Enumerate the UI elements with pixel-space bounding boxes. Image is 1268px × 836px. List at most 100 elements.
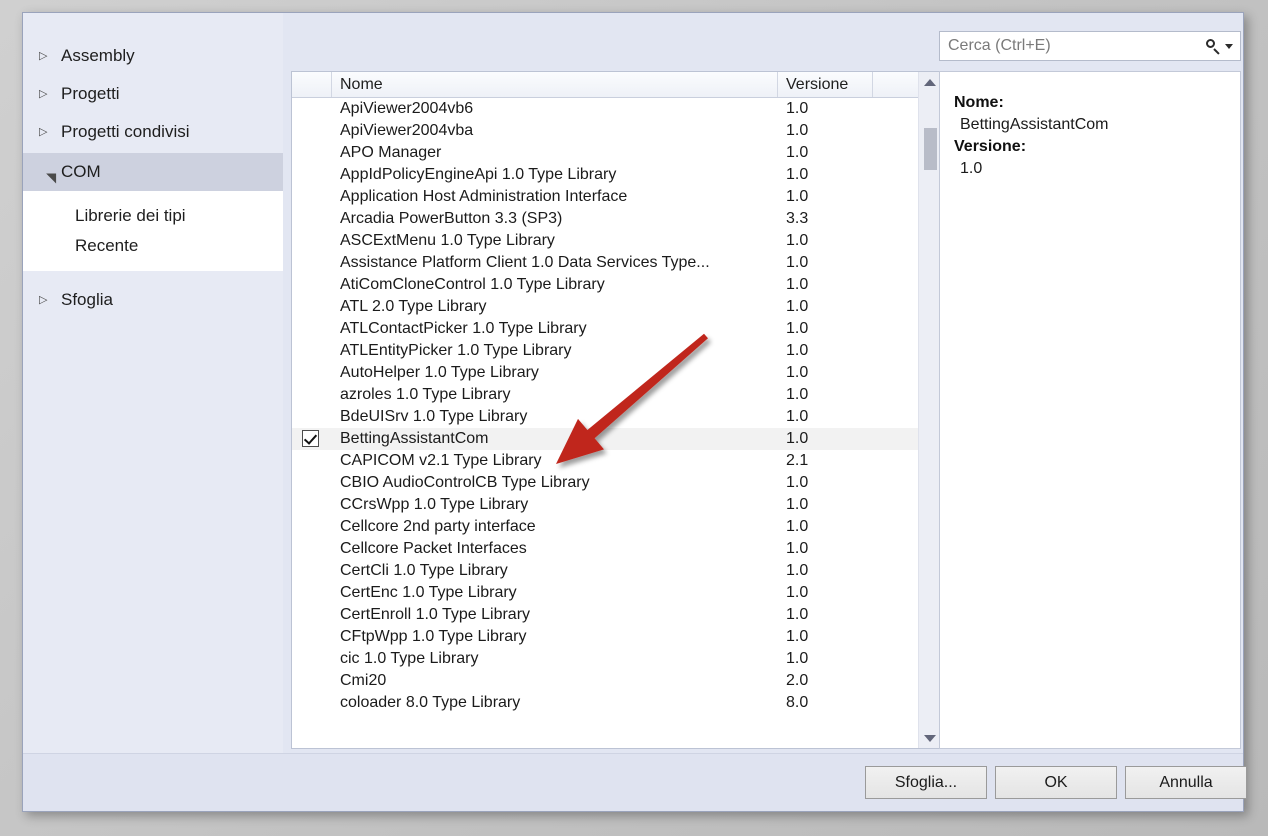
row-version: 2.1: [786, 450, 808, 472]
table-row[interactable]: Application Host Administration Interfac…: [292, 186, 940, 208]
row-checkbox[interactable]: [302, 188, 320, 206]
row-checkbox[interactable]: [302, 496, 320, 514]
row-version: 1.0: [786, 582, 808, 604]
row-checkbox[interactable]: [302, 342, 320, 360]
table-row[interactable]: BettingAssistantCom1.0: [292, 428, 940, 450]
column-header-checkbox[interactable]: [292, 72, 332, 97]
row-checkbox[interactable]: [302, 518, 320, 536]
row-checkbox[interactable]: [302, 364, 320, 382]
row-checkbox[interactable]: [302, 562, 320, 580]
row-checkbox[interactable]: [302, 100, 320, 118]
sidebar-item-label: Sfoglia: [61, 290, 113, 310]
table-row[interactable]: CFtpWpp 1.0 Type Library1.0: [292, 626, 940, 648]
table-row[interactable]: BdeUISrv 1.0 Type Library1.0: [292, 406, 940, 428]
cancel-button[interactable]: Annulla: [1125, 766, 1247, 799]
row-checkbox[interactable]: [302, 320, 320, 338]
search-input[interactable]: [940, 36, 1206, 56]
row-name: AtiComCloneControl 1.0 Type Library: [340, 274, 605, 296]
scroll-down-icon[interactable]: [919, 728, 941, 748]
table-row[interactable]: ATLEntityPicker 1.0 Type Library1.0: [292, 340, 940, 362]
row-checkbox[interactable]: [302, 144, 320, 162]
sidebar-item-progetti[interactable]: ▷Progetti: [23, 75, 283, 113]
table-row[interactable]: ApiViewer2004vb61.0: [292, 98, 940, 120]
column-header-version[interactable]: Versione: [778, 72, 873, 97]
table-row[interactable]: AppIdPolicyEngineApi 1.0 Type Library1.0: [292, 164, 940, 186]
row-checkbox[interactable]: [302, 276, 320, 294]
table-row[interactable]: ATL 2.0 Type Library1.0: [292, 296, 940, 318]
row-version: 1.0: [786, 274, 808, 296]
row-name: Cmi20: [340, 670, 386, 692]
table-row[interactable]: Cmi202.0: [292, 670, 940, 692]
detail-version-value: 1.0: [954, 158, 1240, 180]
chevron-right-icon[interactable]: ▷: [39, 127, 61, 138]
table-row[interactable]: azroles 1.0 Type Library1.0: [292, 384, 940, 406]
sidebar-subitem-label: Librerie dei tipi: [75, 206, 186, 226]
row-checkbox[interactable]: [302, 672, 320, 690]
sidebar-item-progetti-condivisi[interactable]: ▷Progetti condivisi: [23, 113, 283, 151]
table-row[interactable]: CertEnroll 1.0 Type Library1.0: [292, 604, 940, 626]
row-name: azroles 1.0 Type Library: [340, 384, 510, 406]
row-checkbox[interactable]: [302, 694, 320, 712]
row-version: 1.0: [786, 406, 808, 428]
row-version: 1.0: [786, 428, 808, 450]
row-checkbox[interactable]: [302, 210, 320, 228]
sidebar-subitem-recente[interactable]: Recente: [23, 231, 283, 261]
table-row[interactable]: AutoHelper 1.0 Type Library1.0: [292, 362, 940, 384]
column-header-name[interactable]: Nome: [332, 72, 778, 97]
search-icon[interactable]: [1206, 39, 1221, 54]
chevron-right-icon[interactable]: ▷: [39, 51, 61, 62]
sidebar-item-assembly[interactable]: ▷Assembly: [23, 37, 283, 75]
row-checkbox[interactable]: [302, 606, 320, 624]
chevron-right-icon[interactable]: ▷: [39, 295, 61, 306]
sidebar-item-sfoglia[interactable]: ▷Sfoglia: [23, 281, 283, 319]
row-checkbox[interactable]: [302, 474, 320, 492]
table-row[interactable]: ApiViewer2004vba1.0: [292, 120, 940, 142]
table-row[interactable]: Assistance Platform Client 1.0 Data Serv…: [292, 252, 940, 274]
checkmark-icon[interactable]: [302, 430, 319, 447]
row-checkbox[interactable]: [302, 386, 320, 404]
row-name: ATLEntityPicker 1.0 Type Library: [340, 340, 572, 362]
row-checkbox[interactable]: [302, 166, 320, 184]
row-checkbox[interactable]: [302, 628, 320, 646]
row-version: 1.0: [786, 142, 808, 164]
scrollbar-thumb[interactable]: [924, 128, 937, 170]
table-row[interactable]: Cellcore Packet Interfaces1.0: [292, 538, 940, 560]
sidebar-subitem-librerie-dei-tipi[interactable]: Librerie dei tipi: [23, 201, 283, 231]
row-checkbox[interactable]: [302, 452, 320, 470]
table-row[interactable]: CertEnc 1.0 Type Library1.0: [292, 582, 940, 604]
scroll-up-icon[interactable]: [919, 72, 941, 92]
row-checkbox[interactable]: [302, 298, 320, 316]
chevron-down-icon[interactable]: [1225, 44, 1233, 49]
row-checkbox[interactable]: [302, 430, 320, 448]
table-row[interactable]: APO Manager1.0: [292, 142, 940, 164]
table-row[interactable]: CertCli 1.0 Type Library1.0: [292, 560, 940, 582]
table-row[interactable]: coloader 8.0 Type Library8.0: [292, 692, 940, 714]
table-row[interactable]: AtiComCloneControl 1.0 Type Library 1.0: [292, 274, 940, 296]
row-checkbox[interactable]: [302, 650, 320, 668]
table-row[interactable]: Arcadia PowerButton 3.3 (SP3)3.3: [292, 208, 940, 230]
row-checkbox[interactable]: [302, 232, 320, 250]
ok-button[interactable]: OK: [995, 766, 1117, 799]
chevron-right-icon[interactable]: ▷: [39, 89, 61, 100]
row-checkbox[interactable]: [302, 584, 320, 602]
browse-button[interactable]: Sfoglia...: [865, 766, 987, 799]
search-box[interactable]: [939, 31, 1241, 61]
table-row[interactable]: cic 1.0 Type Library1.0: [292, 648, 940, 670]
list-vertical-scrollbar[interactable]: [918, 72, 940, 748]
chevron-down-icon[interactable]: ◢: [44, 161, 57, 183]
row-version: 1.0: [786, 318, 808, 340]
sidebar-item-com[interactable]: ◢COM: [23, 153, 283, 191]
row-checkbox[interactable]: [302, 254, 320, 272]
row-checkbox[interactable]: [302, 408, 320, 426]
row-name: ATL 2.0 Type Library: [340, 296, 486, 318]
details-panel: Nome: BettingAssistantCom Versione: 1.0: [939, 71, 1241, 749]
row-checkbox[interactable]: [302, 122, 320, 140]
table-row[interactable]: CCrsWpp 1.0 Type Library1.0: [292, 494, 940, 516]
table-row[interactable]: ASCExtMenu 1.0 Type Library1.0: [292, 230, 940, 252]
table-row[interactable]: Cellcore 2nd party interface1.0: [292, 516, 940, 538]
table-row[interactable]: CBIO AudioControlCB Type Library1.0: [292, 472, 940, 494]
table-row[interactable]: ATLContactPicker 1.0 Type Library1.0: [292, 318, 940, 340]
row-checkbox[interactable]: [302, 540, 320, 558]
table-row[interactable]: CAPICOM v2.1 Type Library2.1: [292, 450, 940, 472]
row-name: AppIdPolicyEngineApi 1.0 Type Library: [340, 164, 616, 186]
